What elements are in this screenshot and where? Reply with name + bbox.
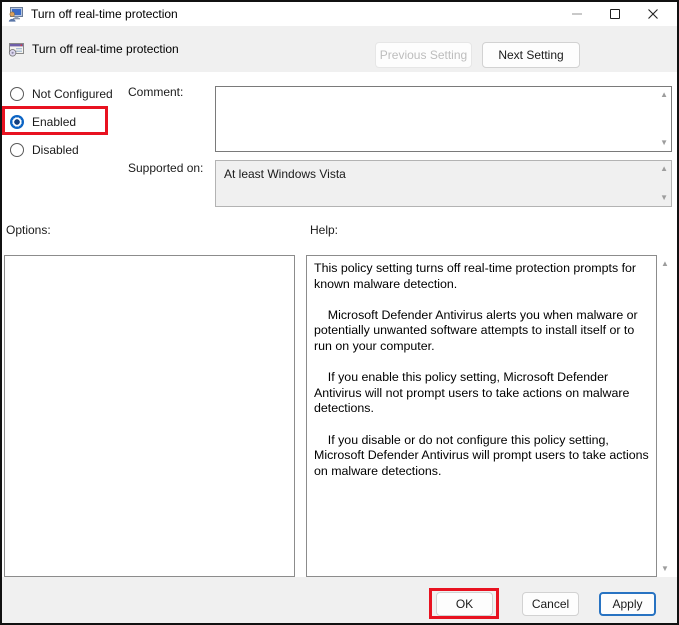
help-scroll-up-icon[interactable]: ▲: [661, 259, 669, 268]
policy-setting-dialog: Turn off real-time protection Turn off r…: [0, 0, 679, 625]
scroll-up-icon[interactable]: ▲: [660, 165, 668, 173]
help-panel: This policy setting turns off real-time …: [306, 255, 657, 577]
app-icon: [8, 7, 23, 22]
previous-setting-button[interactable]: Previous Setting: [375, 42, 472, 68]
radio-dot-not-configured[interactable]: [10, 87, 24, 101]
minimize-button[interactable]: [558, 2, 596, 26]
options-panel: [4, 255, 295, 577]
ok-button[interactable]: OK: [436, 592, 493, 616]
options-label: Options:: [6, 223, 51, 237]
radio-dot-disabled[interactable]: [10, 143, 24, 157]
help-scroll-down-icon[interactable]: ▼: [661, 564, 669, 573]
close-button[interactable]: [634, 2, 672, 26]
cancel-button[interactable]: Cancel: [522, 592, 579, 616]
next-setting-button[interactable]: Next Setting: [482, 42, 580, 68]
maximize-icon: [610, 9, 620, 19]
maximize-button[interactable]: [596, 2, 634, 26]
supported-on-box: At least Windows Vista ▲ ▼: [215, 160, 672, 207]
radio-label-enabled: Enabled: [32, 115, 77, 129]
radio-label-not-configured: Not Configured: [32, 87, 113, 101]
comment-label: Comment:: [128, 85, 184, 99]
minimize-icon: [572, 13, 582, 15]
help-label: Help:: [310, 223, 339, 237]
scroll-down-icon[interactable]: ▼: [660, 139, 668, 147]
radio-dot-enabled[interactable]: [10, 115, 24, 129]
close-icon: [648, 9, 658, 19]
window-title: Turn off real-time protection: [31, 7, 178, 21]
apply-button[interactable]: Apply: [599, 592, 656, 616]
scroll-down-icon[interactable]: ▼: [660, 194, 668, 202]
radio-not-configured[interactable]: Not Configured: [10, 84, 113, 104]
scroll-up-icon[interactable]: ▲: [660, 91, 668, 99]
policy-setting-icon: [8, 42, 24, 56]
radio-label-disabled: Disabled: [32, 143, 79, 157]
help-text: This policy setting turns off real-time …: [314, 261, 649, 478]
radio-enabled[interactable]: Enabled: [10, 112, 76, 132]
setting-name: Turn off real-time protection: [32, 42, 179, 56]
supported-on-label: Supported on:: [128, 161, 204, 175]
title-bar: Turn off real-time protection: [2, 2, 677, 26]
supported-on-value: At least Windows Vista: [224, 167, 346, 181]
comment-input[interactable]: ▲ ▼: [215, 86, 672, 152]
radio-disabled[interactable]: Disabled: [10, 140, 79, 160]
